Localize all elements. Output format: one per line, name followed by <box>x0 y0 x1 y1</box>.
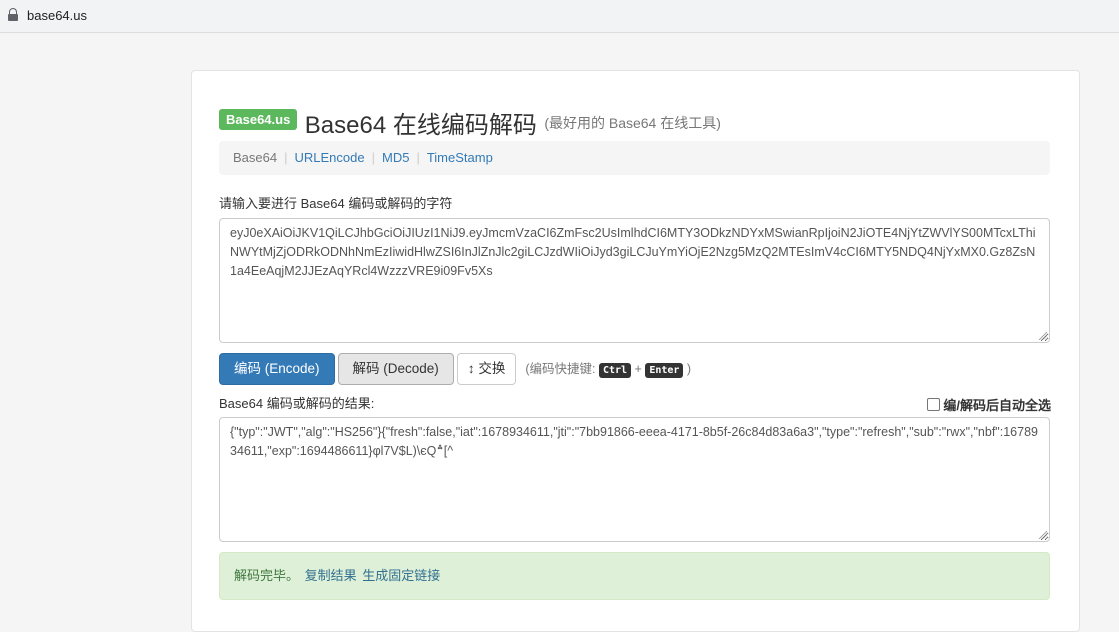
input-text: eyJ0eXAiOiJKV1QiLCJhbGciOiJIUzI1NiJ9.eyJ… <box>230 226 1036 278</box>
nav-separator: | <box>372 150 375 165</box>
title-text: Base64 在线编码解码 <box>305 112 537 139</box>
copy-result-link[interactable]: 复制结果 <box>305 568 357 583</box>
enter-key: Enter <box>645 363 683 378</box>
brand-badge: Base64.us <box>219 109 297 130</box>
nav-item-md5[interactable]: MD5 <box>382 150 409 165</box>
main-panel: Base64.us Base64 在线编码解码 (最好用的 Base64 在线工… <box>191 70 1080 632</box>
lock-icon <box>8 8 18 22</box>
swap-button[interactable]: ↕ 交换 <box>457 353 517 385</box>
tool-nav: Base64 | URLEncode | MD5 | TimeStamp <box>219 141 1050 175</box>
encode-button[interactable]: 编码 (Encode) <box>219 353 335 385</box>
action-buttons: 编码 (Encode) 解码 (Decode) ↕ 交换 (编码快捷键: Ctrl +… <box>219 353 691 385</box>
resize-handle[interactable] <box>1039 531 1047 539</box>
output-text: {"typ":"JWT","alg":"HS256"}{"fresh":fals… <box>230 425 1038 458</box>
shortcut-hint: (编码快捷键: Ctrl + Enter ) <box>525 353 691 387</box>
browser-address-bar[interactable]: base64.us <box>0 0 1119 33</box>
nav-item-timestamp[interactable]: TimeStamp <box>427 150 493 165</box>
shortcut-prefix: (编码快捷键: <box>525 362 595 376</box>
page-title: Base64.us Base64 在线编码解码 (最好用的 Base64 在线工… <box>219 105 721 140</box>
decode-button[interactable]: 解码 (Decode) <box>338 353 454 385</box>
output-label: Base64 编码或解码的结果: <box>219 393 374 412</box>
output-textarea[interactable]: {"typ":"JWT","alg":"HS256"}{"fresh":fals… <box>219 417 1050 542</box>
checkbox-icon[interactable] <box>927 398 940 411</box>
nav-item-base64[interactable]: Base64 <box>233 150 277 165</box>
nav-separator: | <box>284 150 287 165</box>
url-text[interactable]: base64.us <box>27 8 87 23</box>
auto-select-label: 编/解码后自动全选 <box>943 398 1051 413</box>
status-message: 解码完毕。 <box>234 568 299 583</box>
shortcut-plus: + <box>635 362 642 376</box>
permalink-link[interactable]: 生成固定链接 <box>362 568 440 583</box>
nav-item-urlencode[interactable]: URLEncode <box>294 150 364 165</box>
title-subtitle: (最好用的 Base64 在线工具) <box>544 115 721 131</box>
status-alert: 解码完毕。 复制结果 生成固定链接 <box>219 552 1050 600</box>
shortcut-suffix: ) <box>687 362 691 376</box>
resize-handle[interactable] <box>1039 332 1047 340</box>
nav-separator: | <box>416 150 419 165</box>
ctrl-key: Ctrl <box>599 363 631 378</box>
auto-select-checkbox[interactable]: 编/解码后自动全选 <box>927 395 1051 414</box>
input-label: 请输入要进行 Base64 编码或解码的字符 <box>219 193 452 212</box>
input-textarea[interactable]: eyJ0eXAiOiJKV1QiLCJhbGciOiJIUzI1NiJ9.eyJ… <box>219 218 1050 343</box>
